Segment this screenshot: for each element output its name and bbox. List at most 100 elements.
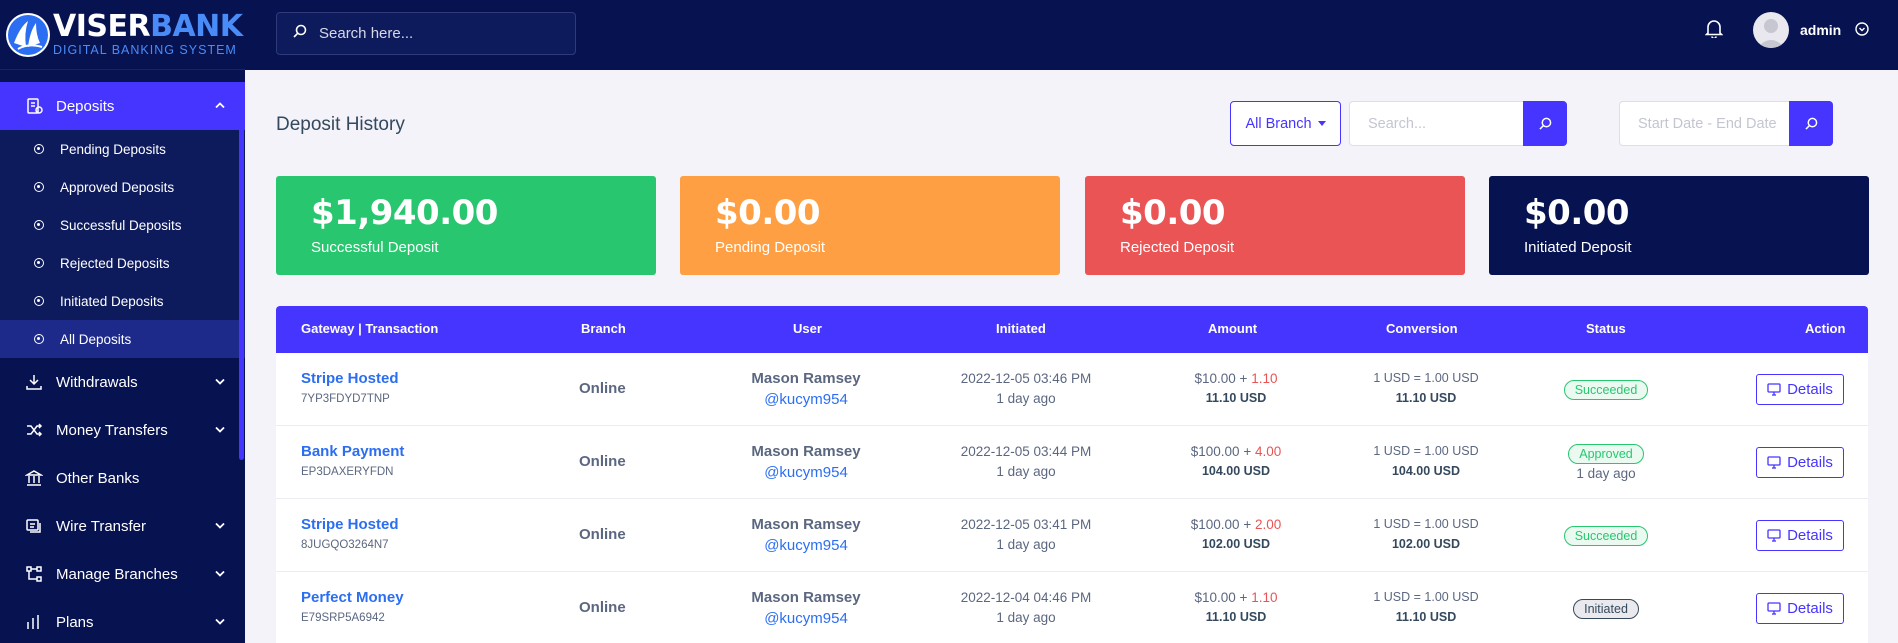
chevron-down-icon	[215, 374, 225, 391]
chevron-down-icon	[215, 566, 225, 583]
user-handle-link[interactable]: @kucym954	[711, 391, 901, 408]
sidebar-item-money-transfers[interactable]: Money Transfers	[0, 406, 245, 454]
sidebar-item-manage-branches[interactable]: Manage Branches	[0, 550, 245, 598]
circle-dot-icon	[34, 258, 44, 268]
subitem-label: Initiated Deposits	[60, 293, 164, 309]
branch-value: Online	[579, 380, 626, 397]
status-cell: Approved 1 day ago	[1516, 426, 1696, 499]
sidebar-menu: Deposits Pending Deposits Approved Depos…	[0, 82, 245, 643]
conversion-rate: 1 USD = 1.00 USD	[1373, 444, 1479, 458]
status-badge: Succeeded	[1563, 525, 1649, 546]
search-icon	[1804, 117, 1817, 130]
chevron-down-icon	[215, 518, 225, 535]
details-button[interactable]: Details	[1756, 593, 1844, 624]
status-cell: Succeeded	[1516, 499, 1696, 572]
details-button[interactable]: Details	[1756, 520, 1844, 551]
logo[interactable]: VISERBANK DIGITAL BANKING SYSTEM	[0, 0, 245, 70]
branch-filter-dropdown[interactable]: All Branch	[1230, 101, 1341, 146]
gateway-name[interactable]: Stripe Hosted	[301, 516, 399, 533]
sidebar-subitem-pending-deposits[interactable]: Pending Deposits	[0, 130, 245, 168]
card-label: Rejected Deposit	[1120, 239, 1235, 256]
branch-filter-label: All Branch	[1245, 115, 1312, 132]
sidebar-subitem-approved-deposits[interactable]: Approved Deposits	[0, 168, 245, 206]
initiated-ago: 1 day ago	[996, 537, 1056, 552]
sidebar-subitem-all-deposits[interactable]: All Deposits	[0, 320, 245, 358]
date-search-button[interactable]	[1789, 101, 1833, 146]
card-successful-deposit[interactable]: $1,940.00 Successful Deposit	[276, 176, 656, 275]
user-fullname: Mason Ramsey	[751, 589, 861, 606]
sidebar-subitem-rejected-deposits[interactable]: Rejected Deposits	[0, 244, 245, 282]
charge-value: 1.10	[1251, 371, 1278, 386]
sidebar-item-plans[interactable]: Plans	[0, 598, 245, 643]
details-button[interactable]: Details	[1756, 447, 1844, 478]
caret-down-icon	[1317, 121, 1326, 126]
table-row: Perfect Money E79SRP5A6942 Online Mason Ram…	[276, 572, 1868, 643]
sidebar-item-label: Withdrawals	[56, 373, 138, 391]
sidebar-item-other-banks[interactable]: Other Banks	[0, 454, 245, 502]
branch-value: Online	[579, 599, 626, 616]
gateway-name[interactable]: Perfect Money	[301, 589, 404, 606]
global-search-input[interactable]	[319, 25, 559, 42]
header-branch: Branch	[581, 321, 626, 336]
conversion-final: 104.00 USD	[1391, 464, 1461, 478]
date-range-input[interactable]: Start Date - End Date	[1619, 101, 1789, 146]
gateway-name[interactable]: Bank Payment	[301, 443, 404, 460]
user-handle-link[interactable]: @kucym954	[711, 537, 901, 554]
user-handle-link[interactable]: @kucym954	[711, 610, 901, 627]
initiated-ago: 1 day ago	[996, 464, 1056, 479]
conversion-final: 11.10 USD	[1395, 391, 1457, 405]
main-content: Deposit History All Branch Search... Sta…	[245, 70, 1898, 643]
branch-value: Online	[579, 453, 626, 470]
conversion-rate: 1 USD = 1.00 USD	[1373, 590, 1479, 604]
status-badge: Approved	[1568, 444, 1644, 464]
sidebar-item-label: Other Banks	[56, 469, 140, 487]
wire-icon	[24, 516, 44, 536]
card-label: Pending Deposit	[715, 239, 826, 256]
status-badge: Initiated	[1573, 598, 1639, 619]
card-rejected-deposit[interactable]: $0.00 Rejected Deposit	[1085, 176, 1465, 275]
table-search-button[interactable]	[1523, 101, 1567, 146]
transaction-id: E79SRP5A6942	[301, 612, 385, 624]
sidebar-item-deposits[interactable]: Deposits	[0, 82, 245, 130]
status-ago: 1 day ago	[1576, 466, 1636, 481]
card-amount: $0.00	[1524, 193, 1630, 233]
desktop-icon	[1767, 456, 1781, 469]
sidebar-subitem-initiated-deposits[interactable]: Initiated Deposits	[0, 282, 245, 320]
plans-icon	[24, 612, 44, 632]
branch-icon	[24, 564, 44, 584]
initiated-date: 2022-12-05 03:41 PM	[960, 517, 1092, 532]
charge-value: 4.00	[1254, 444, 1282, 459]
admin-username[interactable]: admin	[1800, 22, 1841, 38]
card-initiated-deposit[interactable]: $0.00 Initiated Deposit	[1489, 176, 1869, 275]
chevron-circle-down-icon[interactable]	[1855, 22, 1869, 41]
sidebar-item-label: Deposits	[56, 97, 115, 115]
chevron-up-icon	[215, 98, 225, 115]
details-button[interactable]: Details	[1756, 374, 1844, 405]
sidebar-item-withdrawals[interactable]: Withdrawals	[0, 358, 245, 406]
date-range-search: Start Date - End Date	[1619, 101, 1833, 146]
search-icon	[1538, 117, 1551, 130]
desktop-icon	[1767, 383, 1781, 396]
status-cell: Initiated	[1516, 572, 1696, 643]
sidebar-item-label: Money Transfers	[56, 421, 168, 439]
status-badge: Succeeded	[1563, 379, 1649, 400]
subitem-label: All Deposits	[60, 331, 132, 347]
avatar[interactable]	[1753, 12, 1789, 48]
sidebar-subitem-successful-deposits[interactable]: Successful Deposits	[0, 206, 245, 244]
gateway-name[interactable]: Stripe Hosted	[301, 370, 399, 387]
table-row: Stripe Hosted 8JUGQO3264N7 Online Mason Ram…	[276, 499, 1868, 572]
initiated-date: 2022-12-04 04:46 PM	[960, 590, 1092, 605]
bell-icon[interactable]	[1704, 18, 1724, 43]
sidebar-scrollbar[interactable]	[239, 120, 244, 460]
user-fullname: Mason Ramsey	[751, 370, 861, 387]
circle-dot-icon	[34, 296, 44, 306]
sidebar-item-wire-transfer[interactable]: Wire Transfer	[0, 502, 245, 550]
conversion-final: 11.10 USD	[1395, 610, 1457, 624]
card-amount: $1,940.00	[311, 193, 498, 233]
global-search[interactable]	[276, 12, 576, 55]
table-search-input[interactable]: Search...	[1349, 101, 1523, 146]
amount-total: 11.10 USD	[1205, 391, 1267, 405]
user-handle-link[interactable]: @kucym954	[711, 464, 901, 481]
deposit-table: Gateway | Transaction Branch User Initia…	[276, 306, 1868, 643]
card-pending-deposit[interactable]: $0.00 Pending Deposit	[680, 176, 1060, 275]
